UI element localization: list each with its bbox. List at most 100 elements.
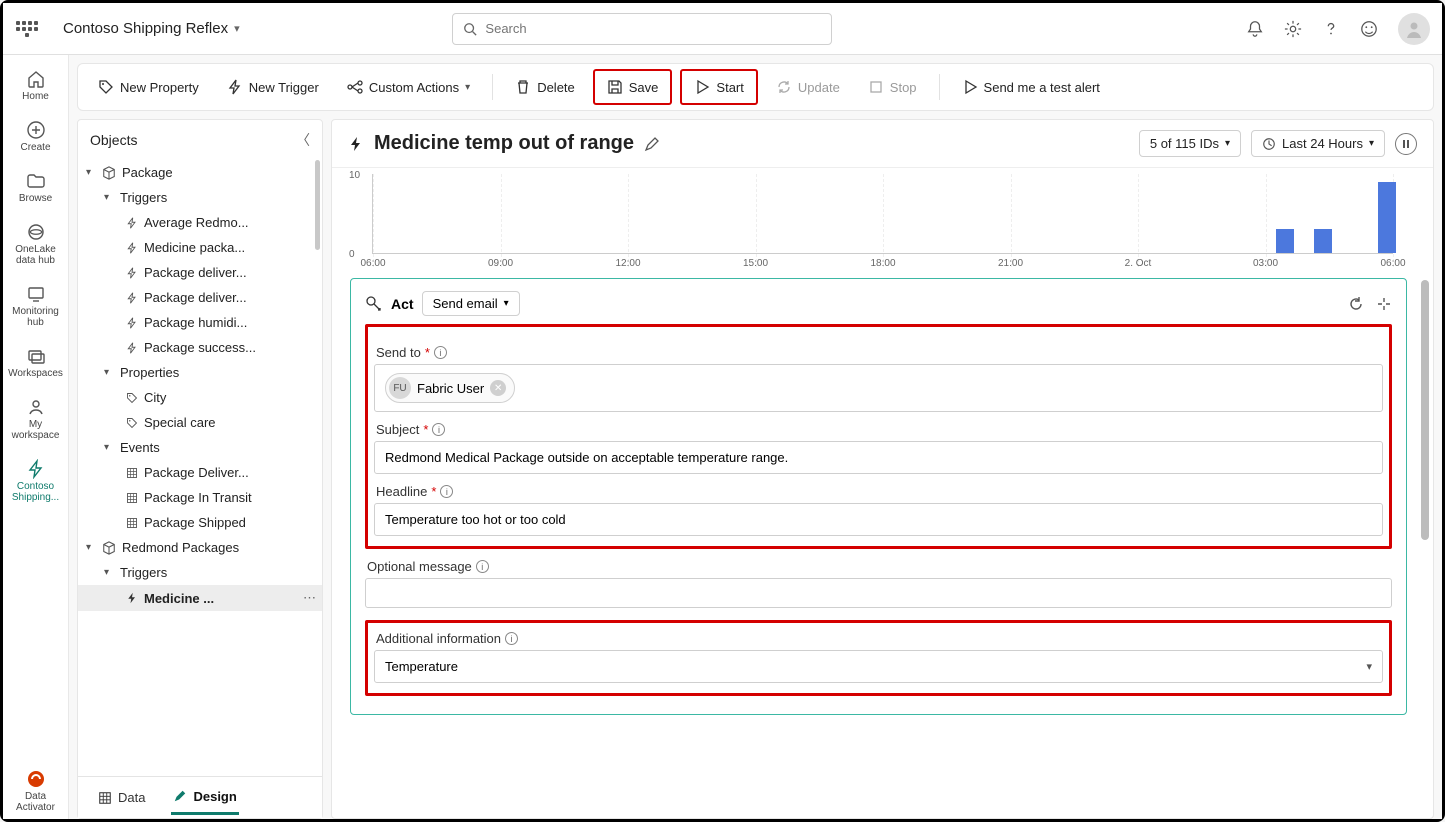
tree-item-property[interactable]: Special care — [78, 410, 322, 435]
table-icon — [98, 791, 112, 805]
search-input[interactable] — [485, 21, 821, 36]
tree-item-trigger[interactable]: Medicine packa... — [78, 235, 322, 260]
tree-item-event[interactable]: Package Deliver... — [78, 460, 322, 485]
pause-button[interactable] — [1395, 133, 1417, 155]
info-icon[interactable]: i — [476, 560, 489, 573]
tree-item-property[interactable]: City — [78, 385, 322, 410]
rail-data-activator[interactable]: Data Activator — [7, 763, 65, 819]
collapse-panel-icon[interactable]: 〈 — [296, 130, 310, 150]
tree-item-trigger[interactable]: Package deliver... — [78, 260, 322, 285]
bolt-icon — [348, 136, 364, 152]
subject-input[interactable]: Redmond Medical Package outside on accep… — [374, 441, 1383, 474]
pen-icon — [173, 789, 187, 803]
stop-button: Stop — [858, 73, 927, 101]
workspace-switcher[interactable]: Contoso Shipping Reflex ▾ — [63, 20, 240, 37]
info-icon[interactable]: i — [434, 346, 447, 359]
send-test-button[interactable]: Send me a test alert — [952, 73, 1110, 101]
edit-title-icon[interactable] — [644, 136, 660, 152]
account-avatar[interactable] — [1398, 13, 1430, 45]
rail-create[interactable]: Create — [7, 114, 65, 159]
revert-icon[interactable] — [1348, 296, 1364, 312]
objects-tree[interactable]: ▾ Package ▾Triggers Average Redmo...Medi… — [78, 160, 322, 776]
optional-message-input[interactable] — [365, 578, 1392, 608]
new-trigger-button[interactable]: New Trigger — [217, 73, 329, 101]
recipient-avatar: FU — [389, 377, 411, 399]
chevron-down-icon: ▾ — [1366, 660, 1372, 673]
subject-label: Subject — [376, 422, 419, 437]
command-bar: New Property New Trigger Custom Actions … — [77, 63, 1434, 111]
more-icon[interactable]: ⋯ — [303, 590, 316, 606]
more-options-icon[interactable] — [1376, 296, 1392, 312]
remove-recipient-icon[interactable]: ✕ — [490, 380, 506, 396]
workspaces-icon — [26, 346, 46, 366]
feedback-icon[interactable] — [1360, 20, 1378, 38]
delete-button[interactable]: Delete — [505, 73, 585, 101]
settings-icon[interactable] — [1284, 20, 1302, 38]
rail-onelake[interactable]: OneLake data hub — [7, 216, 65, 272]
designer-pane: Medicine temp out of range 5 of 115 IDs▾… — [331, 119, 1434, 819]
onelake-icon — [26, 222, 46, 242]
x-tick: 21:00 — [998, 258, 1023, 269]
tree-group-redmond-triggers[interactable]: ▾Triggers — [78, 560, 322, 585]
x-tick: 09:00 — [488, 258, 513, 269]
new-property-button[interactable]: New Property — [88, 73, 209, 101]
tag-icon — [98, 79, 114, 95]
act-card: Act Send email ▾ Send to * i — [350, 278, 1407, 715]
tree-group-triggers[interactable]: ▾Triggers — [78, 185, 322, 210]
recipient-chip[interactable]: FU Fabric User ✕ — [385, 373, 515, 403]
tree-item-trigger[interactable]: Package deliver... — [78, 285, 322, 310]
save-button[interactable]: Save — [597, 73, 669, 101]
help-icon[interactable] — [1322, 20, 1340, 38]
notifications-icon[interactable] — [1246, 20, 1264, 38]
time-range-selector[interactable]: Last 24 Hours▾ — [1251, 130, 1385, 157]
info-icon[interactable]: i — [440, 485, 453, 498]
additional-info-select[interactable]: Temperature ▾ — [374, 650, 1383, 683]
tree-item-trigger[interactable]: Package humidi... — [78, 310, 322, 335]
action-type-selector[interactable]: Send email ▾ — [422, 291, 520, 316]
tree-node-redmond[interactable]: ▾ Redmond Packages — [78, 535, 322, 560]
play-icon — [694, 79, 710, 95]
tree-item-trigger[interactable]: Package success... — [78, 335, 322, 360]
objects-panel: Objects 〈 ▾ Package ▾Triggers Average Re… — [77, 119, 323, 819]
trash-icon — [515, 79, 531, 95]
tree-node-package[interactable]: ▾ Package — [78, 160, 322, 185]
info-icon[interactable]: i — [505, 632, 518, 645]
send-to-field[interactable]: FU Fabric User ✕ — [374, 364, 1383, 412]
tree-item-event[interactable]: Package Shipped — [78, 510, 322, 535]
rail-workspaces[interactable]: Workspaces — [7, 340, 65, 385]
person-icon — [26, 397, 46, 417]
headline-label: Headline — [376, 484, 427, 499]
custom-actions-button[interactable]: Custom Actions ▾ — [337, 73, 480, 101]
start-button[interactable]: Start — [684, 73, 753, 101]
rail-monitoring[interactable]: Monitoring hub — [7, 278, 65, 334]
app-launcher-icon[interactable] — [15, 17, 39, 41]
tree-group-events[interactable]: ▾Events — [78, 435, 322, 460]
ids-selector[interactable]: 5 of 115 IDs▾ — [1139, 130, 1241, 157]
search-box[interactable] — [452, 13, 832, 45]
objects-title: Objects — [90, 132, 137, 148]
tab-design[interactable]: Design — [171, 781, 238, 815]
x-tick: 06:00 — [1380, 258, 1405, 269]
rail-my-workspace[interactable]: My workspace — [7, 391, 65, 447]
rail-home[interactable]: Home — [7, 63, 65, 108]
additional-info-highlight: Additional information i Temperature ▾ — [365, 620, 1392, 696]
rail-current-item[interactable]: Contoso Shipping... — [7, 453, 65, 509]
y-tick: 0 — [349, 249, 355, 260]
update-button: Update — [766, 73, 850, 101]
tree-scrollbar[interactable] — [315, 160, 320, 250]
x-tick: 03:00 — [1253, 258, 1278, 269]
rail-browse[interactable]: Browse — [7, 165, 65, 210]
designer-scrollbar[interactable] — [1421, 280, 1429, 540]
additional-info-label: Additional information — [376, 631, 501, 646]
tree-group-properties[interactable]: ▾Properties — [78, 360, 322, 385]
info-icon[interactable]: i — [432, 423, 445, 436]
tree-item-medicine-trigger[interactable]: Medicine ... ⋯ — [78, 585, 322, 611]
tree-item-trigger[interactable]: Average Redmo... — [78, 210, 322, 235]
headline-input[interactable]: Temperature too hot or too cold — [374, 503, 1383, 536]
folder-icon — [26, 171, 46, 191]
send-to-label: Send to — [376, 345, 421, 360]
tree-item-event[interactable]: Package In Transit — [78, 485, 322, 510]
x-tick: 12:00 — [615, 258, 640, 269]
tab-data[interactable]: Data — [96, 782, 147, 813]
monitor-icon — [26, 284, 46, 304]
